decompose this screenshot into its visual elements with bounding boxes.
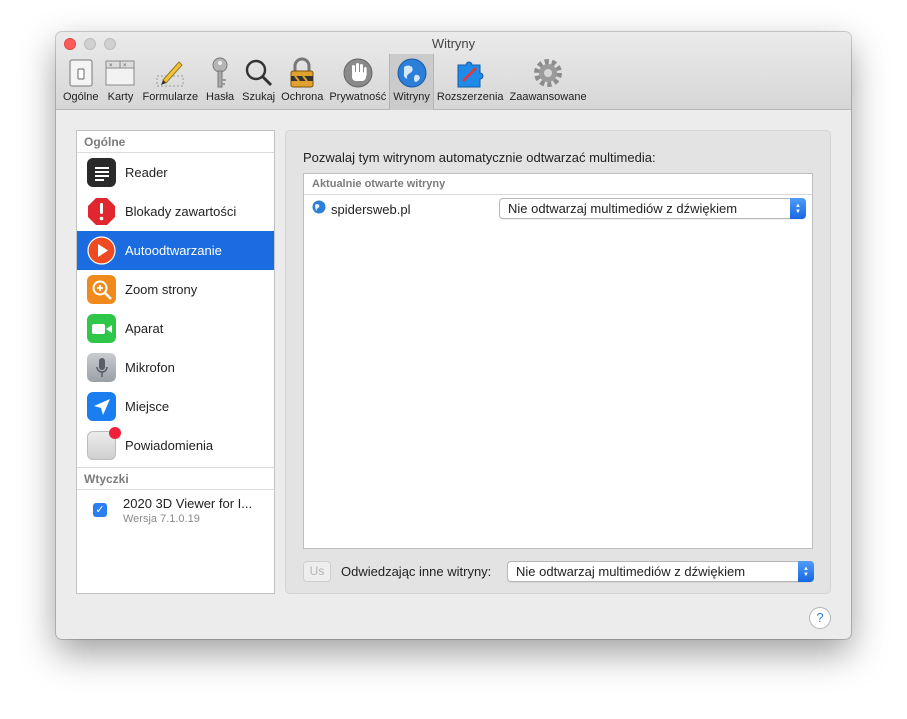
sidebar-header-plugins: Wtyczki [77,468,274,490]
toolbar-passwords[interactable]: Hasła [201,54,239,110]
zoom-icon [87,275,116,304]
globe-icon [396,56,428,90]
table-row[interactable]: spidersweb.pl Nie odtwarzaj multimediów … [304,195,812,223]
table-header: Aktualnie otwarte witryny [304,174,812,195]
stop-sign-icon [87,197,116,226]
sidebar-item-notifications[interactable]: Powiadomienia [77,426,274,465]
plugin-item[interactable]: ✓ 2020 3D Viewer for I... Wersja 7.1.0.1… [77,490,274,525]
chevron-updown-icon: ▲ ▼ [790,198,806,219]
autoplay-settings-pane: Pozwalaj tym witrynom automatycznie odtw… [285,130,831,594]
remove-website-button[interactable]: Us [303,561,331,582]
play-icon [87,236,116,265]
sidebar-item-label: Aparat [125,321,164,336]
globe-icon [312,200,326,219]
toolbar-forms[interactable]: Formularze [139,54,201,110]
hand-icon [342,56,374,90]
magnifier-icon [243,56,275,90]
sidebar-item-content-blockers[interactable]: Blokady zawartości [77,192,274,231]
preferences-window: Witryny Ogólne × × Karty Formularze Hasł… [56,32,851,639]
sidebar-item-camera[interactable]: Aparat [77,309,274,348]
plugin-version: Wersja 7.1.0.19 [123,513,200,525]
sidebar-item-microphone[interactable]: Mikrofon [77,348,274,387]
camera-icon [87,314,116,343]
toolbar-security[interactable]: Ochrona [278,54,326,110]
sidebar-item-label: Autoodtwarzanie [125,243,222,258]
sidebar-item-autoplay[interactable]: Autoodtwarzanie [77,231,274,270]
sidebar-header-general: Ogólne [77,131,274,153]
location-arrow-icon [87,392,116,421]
reader-icon [87,158,116,187]
toolbar-advanced[interactable]: Zaawansowane [507,54,590,110]
notification-icon [87,427,121,460]
settings-sidebar: Ogólne Reader Blokady zawartości Autoodt… [76,130,275,594]
titlebar: Witryny Ogólne × × Karty Formularze Hasł… [56,32,851,110]
website-autoplay-select[interactable]: Nie odtwarzaj multimediów z dźwiękiem ▲ ▼ [499,198,806,219]
lock-icon [286,56,318,90]
toolbar-privacy[interactable]: Prywatność [326,54,389,110]
sidebar-item-label: Reader [125,165,168,180]
notification-badge-icon [109,427,121,439]
microphone-icon [87,353,116,382]
svg-text:×: × [123,63,127,69]
sidebar-item-page-zoom[interactable]: Zoom strony [77,270,274,309]
pane-description: Pozwalaj tym witrynom automatycznie odtw… [303,150,656,165]
preferences-toolbar: Ogólne × × Karty Formularze Hasła Szukaj… [60,54,590,110]
sidebar-item-label: Powiadomienia [125,438,214,453]
sidebar-item-location[interactable]: Miejsce [77,387,274,426]
other-websites-label: Odwiedzając inne witryny: [341,564,492,579]
toolbar-websites[interactable]: Witryny [389,54,434,110]
sidebar-item-label: Miejsce [125,399,170,414]
key-icon [204,56,236,90]
pencil-icon [154,56,186,90]
toolbar-general[interactable]: Ogólne [60,54,101,110]
plugin-enabled-checkbox[interactable]: ✓ [93,503,107,517]
toolbar-extensions[interactable]: Rozszerzenia [434,54,507,110]
puzzle-icon [454,56,486,90]
sidebar-item-reader[interactable]: Reader [77,153,274,192]
open-websites-table: Aktualnie otwarte witryny spidersweb.pl … [303,173,813,549]
other-websites-select[interactable]: Nie odtwarzaj multimediów z dźwiękiem ▲ ▼ [507,561,814,582]
window-title: Witryny [431,36,476,51]
svg-text:×: × [109,63,113,69]
sidebar-item-label: Blokady zawartości [125,204,237,219]
chevron-updown-icon: ▲ ▼ [798,561,814,582]
website-name: spidersweb.pl [331,201,411,217]
tabs-icon: × × [104,56,136,90]
gear-icon [532,56,564,90]
sidebar-item-label: Mikrofon [125,360,175,375]
general-switch-icon [65,56,97,90]
toolbar-search[interactable]: Szukaj [239,54,278,110]
sidebar-item-label: Zoom strony [125,282,198,297]
help-button[interactable]: ? [809,607,831,629]
toolbar-tabs[interactable]: × × Karty [101,54,139,110]
plugin-name: 2020 3D Viewer for I... [123,496,253,511]
